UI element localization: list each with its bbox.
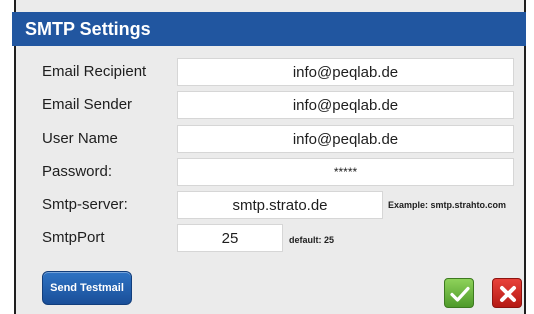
email-recipient-input[interactable] (177, 58, 514, 86)
check-icon (450, 286, 470, 302)
smtp-port-label: SmtpPort (42, 229, 105, 246)
email-sender-input[interactable] (177, 91, 514, 119)
user-name-label: User Name (42, 130, 118, 147)
dialog-title: SMTP Settings (12, 12, 526, 46)
password-input[interactable] (177, 158, 514, 186)
smtp-server-label: Smtp-server: (42, 196, 128, 213)
smtp-server-input[interactable] (177, 191, 383, 219)
email-sender-label: Email Sender (42, 96, 133, 113)
close-icon (500, 286, 516, 302)
smtp-port-hint: default: 25 (289, 235, 335, 245)
smtp-port-input[interactable] (177, 224, 283, 252)
smtp-server-hint: Example: smtp.strahto.com (388, 200, 507, 210)
ok-button[interactable] (444, 278, 474, 308)
send-testmail-button[interactable]: Send Testmail (42, 271, 132, 305)
user-name-input[interactable] (177, 125, 514, 153)
dialog-frame (14, 0, 526, 314)
email-recipient-label: Email Recipient (42, 63, 147, 80)
cancel-button[interactable] (492, 278, 522, 308)
password-label: Password: (42, 163, 113, 180)
